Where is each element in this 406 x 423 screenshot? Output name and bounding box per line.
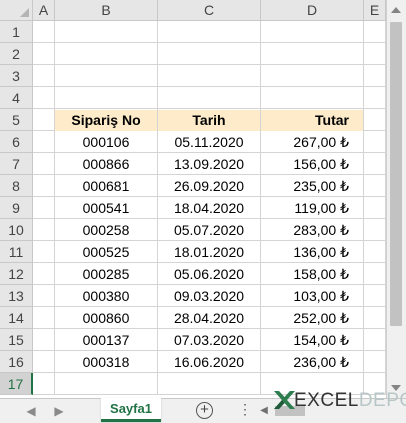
scroll-left-icon[interactable]: ◀ xyxy=(22,402,40,420)
cell-date[interactable]: 05.07.2020 xyxy=(158,220,260,241)
row-header-14[interactable]: 14 xyxy=(0,307,33,329)
logo-text: EXCELDEPO xyxy=(294,390,406,412)
row-header-13[interactable]: 13 xyxy=(0,285,33,307)
row-header-7[interactable]: 7 xyxy=(0,153,33,175)
logo-text-excel: EXCEL xyxy=(294,390,359,411)
exceldepo-logo: EXCELDEPO xyxy=(272,386,406,416)
spreadsheet: A B C D E 1 2 3 4 5 6 7 8 9 10 11 12 13 … xyxy=(0,0,406,423)
cell-amount[interactable]: 103,00 ₺ xyxy=(261,286,363,307)
hscroll-left-icon[interactable]: ◀ xyxy=(257,403,271,419)
row-header-8[interactable]: 8 xyxy=(0,175,33,197)
gridline xyxy=(33,86,386,87)
cell-order-no[interactable]: 000525 xyxy=(55,242,157,263)
cell-order-no[interactable]: 000866 xyxy=(55,154,157,175)
cell-amount[interactable]: 119,00 ₺ xyxy=(261,198,363,219)
row-header-1[interactable]: 1 xyxy=(0,21,33,43)
scrollbar-thumb[interactable] xyxy=(390,22,402,326)
select-all-corner[interactable] xyxy=(0,0,33,21)
row-header-11[interactable]: 11 xyxy=(0,241,33,263)
cell-date[interactable]: 28.04.2020 xyxy=(158,308,260,329)
row-header-2[interactable]: 2 xyxy=(0,43,33,65)
cell-date[interactable]: 05.11.2020 xyxy=(158,132,260,153)
cell-amount[interactable]: 267,00 ₺ xyxy=(261,132,363,153)
header-amount[interactable]: Tutar xyxy=(261,110,363,131)
cell-order-no[interactable]: 000860 xyxy=(55,308,157,329)
header-date[interactable]: Tarih xyxy=(158,110,260,131)
cell-order-no[interactable]: 000380 xyxy=(55,286,157,307)
cell-date[interactable]: 26.09.2020 xyxy=(158,176,260,197)
cell-amount[interactable]: 156,00 ₺ xyxy=(261,154,363,175)
scroll-right-icon[interactable]: ▶ xyxy=(50,402,68,420)
gridline xyxy=(33,42,386,43)
row-header-3[interactable]: 3 xyxy=(0,65,33,87)
vertical-scrollbar[interactable] xyxy=(386,0,406,398)
row-header-9[interactable]: 9 xyxy=(0,197,33,219)
cell-amount[interactable]: 158,00 ₺ xyxy=(261,264,363,285)
cell-order-no[interactable]: 000106 xyxy=(55,132,157,153)
column-header-a[interactable]: A xyxy=(33,0,55,21)
row-header-10[interactable]: 10 xyxy=(0,219,33,241)
logo-x-icon xyxy=(274,391,295,409)
column-header-e[interactable]: E xyxy=(364,0,386,21)
cell-amount[interactable]: 283,00 ₺ xyxy=(261,220,363,241)
cell-amount[interactable]: 252,00 ₺ xyxy=(261,308,363,329)
more-options-icon[interactable]: ⋮ xyxy=(238,401,252,418)
gridline xyxy=(33,64,386,65)
row-header-4[interactable]: 4 xyxy=(0,87,33,109)
cell-date[interactable]: 09.03.2020 xyxy=(158,286,260,307)
cell-amount[interactable]: 154,00 ₺ xyxy=(261,330,363,351)
cell-order-no[interactable]: 000541 xyxy=(55,198,157,219)
scroll-up-icon[interactable] xyxy=(391,7,401,13)
column-header-c[interactable]: C xyxy=(158,0,261,21)
cell-order-no[interactable]: 000318 xyxy=(55,352,157,373)
cell-amount[interactable]: 136,00 ₺ xyxy=(261,242,363,263)
column-header-d[interactable]: D xyxy=(261,0,364,21)
cell-date[interactable]: 18.04.2020 xyxy=(158,198,260,219)
sheet-tab-sayfa1[interactable]: Sayfa1 xyxy=(101,398,161,422)
row-header-17[interactable]: 17 xyxy=(0,373,33,395)
cell-order-no[interactable]: 000258 xyxy=(55,220,157,241)
add-sheet-icon[interactable]: + xyxy=(196,402,213,419)
select-all-icon xyxy=(20,8,29,17)
row-header-16[interactable]: 16 xyxy=(0,351,33,373)
row-header-15[interactable]: 15 xyxy=(0,329,33,351)
header-order-no[interactable]: Sipariş No xyxy=(55,110,157,131)
cell-amount[interactable]: 235,00 ₺ xyxy=(261,176,363,197)
cell-date[interactable]: 05.06.2020 xyxy=(158,264,260,285)
row-header-5[interactable]: 5 xyxy=(0,109,33,131)
cell-date[interactable]: 07.03.2020 xyxy=(158,330,260,351)
column-header-b[interactable]: B xyxy=(55,0,158,21)
cell-order-no[interactable]: 000681 xyxy=(55,176,157,197)
gridline xyxy=(363,21,364,395)
cell-date[interactable]: 16.06.2020 xyxy=(158,352,260,373)
cell-date[interactable]: 13.09.2020 xyxy=(158,154,260,175)
gridline xyxy=(33,108,386,109)
row-header-12[interactable]: 12 xyxy=(0,263,33,285)
logo-text-depo: DEPO xyxy=(358,390,406,411)
cell-date[interactable]: 18.01.2020 xyxy=(158,242,260,263)
cell-order-no[interactable]: 000137 xyxy=(55,330,157,351)
row-header-6[interactable]: 6 xyxy=(0,131,33,153)
cell-order-no[interactable]: 000285 xyxy=(55,264,157,285)
cell-amount[interactable]: 236,00 ₺ xyxy=(261,352,363,373)
